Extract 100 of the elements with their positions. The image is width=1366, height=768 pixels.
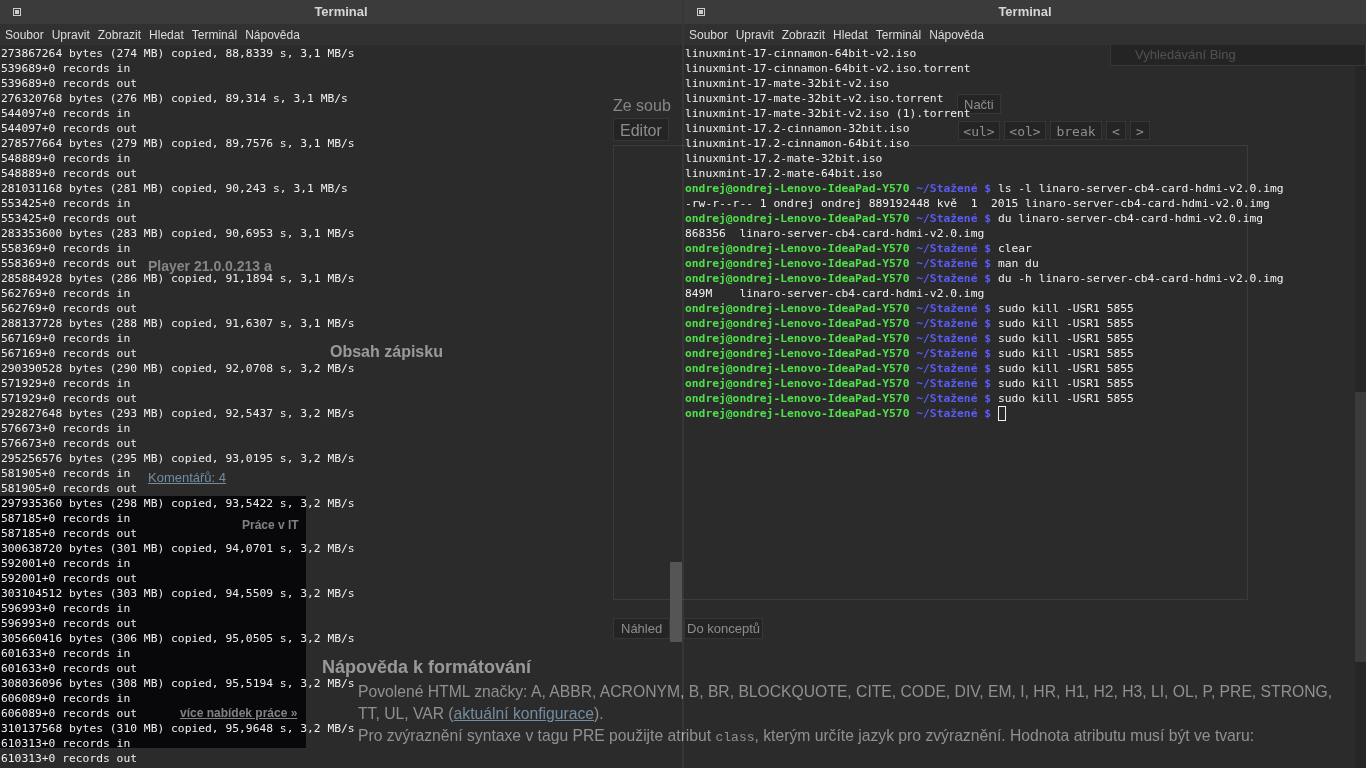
terminal-line: 295256576 bytes (295 MB) copied, 93,0195 s, 3,2 MB/s bbox=[1, 451, 355, 466]
terminal-line: 300638720 bytes (301 MB) copied, 94,0701 s, 3,2 MB/s bbox=[1, 541, 355, 556]
terminal-line: 576673+0 records in bbox=[1, 421, 131, 436]
prompt-user: ondrej@ondrej-Lenovo-IdeaPad-Y570 bbox=[685, 316, 910, 331]
prompt-path: ~/Stažené $ bbox=[915, 331, 992, 346]
prompt-path: ~/Stažené $ bbox=[915, 316, 992, 331]
comments-link[interactable]: Komentářů: 4 bbox=[148, 468, 227, 488]
terminal-line: 548889+0 records in bbox=[1, 151, 131, 166]
prompt-user: ondrej@ondrej-Lenovo-IdeaPad-Y570 bbox=[685, 256, 910, 271]
menu-item[interactable]: Zobrazit bbox=[781, 25, 826, 44]
terminal-line: 292827648 bytes (293 MB) copied, 92,5437 s, 3,2 MB/s bbox=[1, 406, 355, 421]
prompt-path: ~/Stažené $ bbox=[915, 271, 992, 286]
terminal-command: sudo kill -USR1 5855 bbox=[996, 331, 1134, 346]
terminal-line: 305660416 bytes (306 MB) copied, 95,0505 s, 3,2 MB/s bbox=[1, 631, 355, 646]
terminal-line: 548889+0 records out bbox=[1, 166, 138, 181]
menu-item[interactable]: Upravit bbox=[51, 25, 90, 44]
window-menu-icon[interactable] bbox=[697, 8, 705, 16]
menu-item[interactable]: Terminál bbox=[875, 25, 922, 44]
terminal-line: 581905+0 records out bbox=[1, 481, 138, 496]
prompt-path: ~/Stažené $ bbox=[915, 391, 992, 406]
prompt-user: ondrej@ondrej-Lenovo-IdeaPad-Y570 bbox=[685, 211, 910, 226]
terminal-line: linuxmint-17-cinnamon-64bit-v2.iso bbox=[685, 46, 917, 61]
terminal-line: 544097+0 records out bbox=[1, 121, 138, 136]
terminal-line: linuxmint-17.2-mate-64bit.iso bbox=[685, 166, 883, 181]
prompt-user: ondrej@ondrej-Lenovo-IdeaPad-Y570 bbox=[685, 406, 910, 421]
menu-item[interactable]: Hledat bbox=[149, 25, 184, 44]
menu-item[interactable]: Hledat bbox=[833, 25, 868, 44]
prompt-user: ondrej@ondrej-Lenovo-IdeaPad-Y570 bbox=[685, 361, 910, 376]
prompt-path: ~/Stažené $ bbox=[915, 181, 992, 196]
prompt-path: ~/Stažené $ bbox=[915, 211, 992, 226]
prompt-user: ondrej@ondrej-Lenovo-IdeaPad-Y570 bbox=[685, 331, 910, 346]
terminal-line: 587185+0 records out bbox=[1, 526, 138, 541]
menu-item[interactable]: Nápověda bbox=[929, 25, 984, 44]
prompt-path: ~/Stažené $ bbox=[915, 376, 992, 391]
section-heading: Obsah zápisku bbox=[330, 342, 443, 362]
terminal-line: linuxmint-17-cinnamon-64bit-v2.iso.torrent bbox=[685, 61, 971, 76]
prompt-path: ~/Stažené $ bbox=[915, 256, 992, 271]
terminal-line: 278577664 bytes (279 MB) copied, 89,7576 s, 3,1 MB/s bbox=[1, 136, 355, 151]
terminal-line: 592001+0 records in bbox=[1, 556, 131, 571]
terminal-line: 601633+0 records in bbox=[1, 646, 131, 661]
menu-item[interactable]: Zobrazit bbox=[97, 25, 142, 44]
help-heading: Nápověda k formátování bbox=[322, 656, 532, 679]
tag-button[interactable]: > bbox=[1130, 121, 1150, 140]
menu-item[interactable]: Upravit bbox=[735, 25, 774, 44]
terminal-line: 308036096 bytes (308 MB) copied, 95,5194 s, 3,2 MB/s bbox=[1, 677, 355, 691]
terminal-line: 553425+0 records in bbox=[1, 196, 131, 211]
terminal-line: 558369+0 records in bbox=[1, 241, 131, 256]
window-title: Terminal bbox=[998, 3, 1052, 22]
terminal-line: linuxmint-17-mate-32bit-v2.iso bbox=[685, 76, 890, 91]
help-paragraph: Povolené HTML značky: A, ABBR, ACRONYM, B, BR, BLOCKQUOTE, CITE, CODE, DIV, EM, I, HR, H1, H2, H3, LI, OL, P, PRE, STRONG, TT, UL, VAR (aktuální konfigurace). bbox=[358, 682, 1334, 724]
prompt-path: ~/Stažené $ bbox=[915, 346, 992, 361]
terminal-line: 553425+0 records out bbox=[1, 211, 138, 226]
terminal-line: 310137568 bytes (310 MB) copied, 95,9648 s, 3,2 MB/s bbox=[1, 721, 355, 736]
terminal-line: 544097+0 records in bbox=[1, 106, 131, 121]
menu-item[interactable]: Soubor bbox=[689, 25, 728, 44]
window-title: Terminal bbox=[314, 3, 368, 22]
terminal-line: -rw-r--r-- 1 ondrej ondrej 889192448 kvě 1 2015 linaro-server-cb4-card-hdmi-v2.0.img bbox=[685, 196, 1270, 211]
window-menu-icon[interactable] bbox=[13, 8, 21, 16]
tag-button[interactable]: <ul> bbox=[958, 121, 1000, 140]
terminal-line: 849M linaro-server-cb4-card-hdmi-v2.0.img bbox=[685, 286, 985, 301]
preview-button[interactable]: Náhled bbox=[613, 618, 671, 639]
terminal-line: 601633+0 records out bbox=[1, 661, 138, 676]
terminal-line: 288137728 bytes (288 MB) copied, 91,6307 s, 3,1 MB/s bbox=[1, 316, 355, 331]
terminal-line: 539689+0 records out bbox=[1, 76, 138, 91]
terminal-line: 562769+0 records out bbox=[1, 301, 138, 316]
tag-button[interactable]: < bbox=[1106, 121, 1126, 140]
menu-item[interactable]: Terminál bbox=[191, 25, 238, 44]
terminal-line: 592001+0 records out bbox=[1, 571, 138, 586]
terminal-command: du linaro-server-cb4-card-hdmi-v2.0.img bbox=[996, 211, 1264, 226]
prompt-path: ~/Stažené $ bbox=[915, 241, 992, 256]
article-title: Player 21.0.0.213 a bbox=[148, 257, 272, 274]
terminal-line: 283353600 bytes (283 MB) copied, 90,6953 s, 3,1 MB/s bbox=[1, 226, 355, 241]
terminal-line: 571929+0 records in bbox=[1, 376, 131, 391]
terminal-line: 297935360 bytes (298 MB) copied, 93,5422 s, 3,2 MB/s bbox=[1, 496, 355, 511]
prompt-user: ondrej@ondrej-Lenovo-IdeaPad-Y570 bbox=[685, 271, 910, 286]
terminal-line: 587185+0 records in bbox=[1, 511, 131, 526]
prompt-user: ondrej@ondrej-Lenovo-IdeaPad-Y570 bbox=[685, 241, 910, 256]
terminal-line: 606089+0 records out bbox=[1, 706, 138, 721]
terminal-command: sudo kill -USR1 5855 bbox=[996, 301, 1134, 316]
draft-button[interactable]: Do konceptů bbox=[684, 618, 763, 639]
menu-item[interactable]: Nápověda bbox=[245, 25, 300, 44]
terminal-line: linuxmint-17.2-mate-32bit.iso bbox=[685, 151, 883, 166]
config-link[interactable]: aktuální konfigurace bbox=[453, 705, 594, 722]
scrollbar-thumb[interactable] bbox=[670, 562, 682, 642]
tag-button[interactable]: break bbox=[1050, 121, 1102, 140]
terminal-line: linuxmint-17-mate-32bit-v2.iso.torrent bbox=[685, 91, 944, 106]
menu-item[interactable]: Soubor bbox=[5, 25, 44, 44]
terminal-line: 276320768 bytes (276 MB) copied, 89,314 s, 3,1 MB/s bbox=[1, 91, 348, 106]
help-paragraph: Pro zvýraznění syntaxe v tagu PRE použijte atribut class, kterým určíte jazyk pro zvýraznění. Hodnota atributu musí být ve tvaru: bbox=[358, 726, 1256, 747]
tag-button[interactable]: <ol> bbox=[1004, 121, 1046, 140]
editor-tab[interactable]: Editor bbox=[613, 118, 669, 141]
terminal-line: 596993+0 records out bbox=[1, 616, 138, 631]
terminal-command: sudo kill -USR1 5855 bbox=[996, 391, 1134, 406]
terminal-line: linuxmint-17.2-cinnamon-64bit.iso bbox=[685, 136, 910, 151]
file-label: Ze soub bbox=[613, 96, 671, 116]
terminal-command: sudo kill -USR1 5855 bbox=[996, 361, 1134, 376]
more-jobs-link[interactable]: více nabídek práce » bbox=[180, 707, 298, 720]
prompt-path: ~/Stažené $ bbox=[915, 361, 992, 376]
terminal-line: 567169+0 records out bbox=[1, 346, 138, 361]
terminal-line: 290390528 bytes (290 MB) copied, 92,0708 s, 3,2 MB/s bbox=[1, 361, 355, 376]
